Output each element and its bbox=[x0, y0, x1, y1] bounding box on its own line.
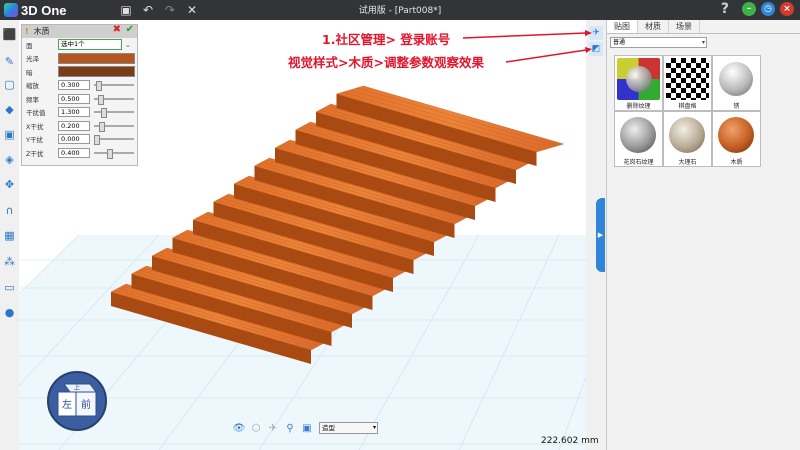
annotation-arrowhead-1 bbox=[585, 30, 592, 36]
annotation-arrowhead-2 bbox=[585, 47, 592, 53]
annotation-arrow-1 bbox=[462, 32, 587, 39]
annotation-arrows bbox=[462, 30, 592, 63]
annotation-arrow-2 bbox=[505, 49, 587, 63]
